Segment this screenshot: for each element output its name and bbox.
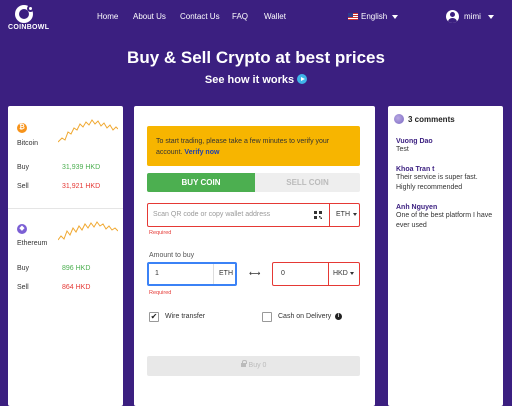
comment-text: Their service is super fast. Highly reco… — [396, 174, 478, 191]
fiat-amount-value: 0 — [281, 270, 285, 277]
buy-button[interactable]: Buy 0 — [147, 356, 360, 376]
info-icon[interactable]: i — [335, 313, 342, 320]
user-avatar-icon — [446, 10, 459, 23]
cash-on-delivery-label: Cash on Delivery — [278, 313, 332, 320]
comment-author: Khoa Tran t — [396, 166, 435, 173]
verify-notice-text: To start trading, please take a few minu… — [156, 138, 330, 156]
swap-arrows-icon: ⟷ — [249, 269, 261, 278]
language-selector[interactable]: English — [348, 12, 399, 21]
ethereum-sell-price: 864 HKD — [62, 284, 91, 291]
tab-buy-coin[interactable]: BUY COIN — [147, 173, 255, 192]
see-how-it-works-link[interactable]: See how it works — [0, 74, 512, 86]
ethereum-icon: ◆ — [17, 224, 27, 234]
chevron-down-icon — [353, 213, 357, 216]
buy-label: Buy — [17, 265, 30, 272]
buy-button-label: Buy 0 — [248, 362, 267, 369]
qr-code-icon[interactable] — [314, 211, 322, 219]
fiat-currency-select[interactable]: HKD — [333, 270, 354, 277]
nav-contact-us[interactable]: Contact Us — [180, 12, 220, 21]
bitcoin-sell-price: 31,921 HKD — [62, 183, 101, 190]
sell-label: Sell — [17, 183, 29, 190]
verify-notice: To start trading, please take a few minu… — [147, 126, 360, 166]
ethereum-sparkline — [58, 221, 118, 241]
comment-text: Test — [396, 146, 409, 153]
comment-item: Khoa Tran t Their service is super fast.… — [396, 166, 496, 193]
user-name: mimi — [464, 12, 481, 21]
amount-required-error: Required — [149, 290, 172, 296]
wallet-address-placeholder: Scan QR code or copy wallet address — [153, 211, 271, 218]
trade-panel: To start trading, please take a few minu… — [134, 106, 375, 406]
sell-label: Sell — [17, 284, 29, 291]
bitcoin-buy-price: 31,939 HKD — [62, 164, 101, 171]
brand-logo[interactable]: COINBOWL — [8, 5, 50, 33]
page-title: Buy & Sell Crypto at best prices — [127, 48, 385, 67]
bitcoin-sparkline — [58, 119, 118, 143]
play-icon — [297, 74, 308, 84]
coin-name-bitcoin: Bitcoin — [17, 140, 39, 147]
comment-item: Anh Nguyen One of the best platform I ha… — [396, 204, 496, 231]
fiat-amount-input[interactable]: 0 HKD — [272, 262, 360, 286]
coin-name-ethereum: Ethereum — [17, 240, 48, 247]
us-flag-icon — [348, 13, 358, 20]
wire-transfer-checkbox[interactable]: ✔ — [149, 312, 159, 322]
chevron-down-icon — [487, 14, 494, 19]
amount-unit: ETH — [213, 264, 233, 284]
divider — [8, 208, 123, 209]
ethereum-buy-price: 896 HKD — [62, 265, 91, 272]
amount-value: 1 — [155, 270, 159, 277]
bitcoin-icon: ₿ — [17, 123, 27, 133]
buy-label: Buy — [17, 164, 30, 171]
wire-transfer-label: Wire transfer — [165, 313, 206, 320]
language-label: English — [361, 12, 388, 21]
wallet-required-error: Required — [149, 230, 172, 236]
lock-icon — [240, 360, 247, 367]
wallet-currency-label: ETH — [336, 211, 350, 218]
comment-text: One of the best platform I have ever use… — [396, 212, 493, 229]
amount-input[interactable]: 1 ETH — [147, 262, 237, 286]
nav-about-us[interactable]: About Us — [133, 12, 166, 21]
fiat-currency-label: HKD — [333, 270, 348, 277]
user-menu[interactable]: mimi — [446, 10, 494, 23]
prices-panel: ₿ Bitcoin Buy 31,939 HKD Sell 31,921 HKD… — [8, 106, 123, 406]
wallet-address-input[interactable]: Scan QR code or copy wallet address ETH — [147, 203, 360, 227]
cash-on-delivery-checkbox[interactable] — [262, 312, 272, 322]
comment-item: Vuong Dao Test — [396, 138, 496, 155]
chevron-down-icon — [349, 272, 354, 275]
see-how-it-works-label: See how it works — [204, 74, 295, 86]
tab-sell-coin[interactable]: SELL COIN — [255, 173, 360, 192]
comment-avatar-icon — [394, 114, 404, 124]
comments-count: 3 comments — [408, 114, 455, 124]
comments-panel: 3 comments Vuong Dao Test Khoa Tran t Th… — [388, 106, 503, 406]
comment-author: Vuong Dao — [396, 138, 433, 145]
comment-author: Anh Nguyen — [396, 204, 438, 211]
chevron-down-icon — [392, 14, 399, 19]
brand-name: COINBOWL — [8, 24, 50, 31]
nav-wallet[interactable]: Wallet — [264, 12, 286, 21]
comments-header: 3 comments — [394, 114, 455, 124]
nav-faq[interactable]: FAQ — [232, 12, 248, 21]
nav-home[interactable]: Home — [97, 12, 118, 21]
amount-label: Amount to buy — [149, 252, 195, 259]
wallet-currency-select[interactable]: ETH — [336, 211, 357, 218]
verify-now-link[interactable]: Verify now — [184, 149, 219, 156]
